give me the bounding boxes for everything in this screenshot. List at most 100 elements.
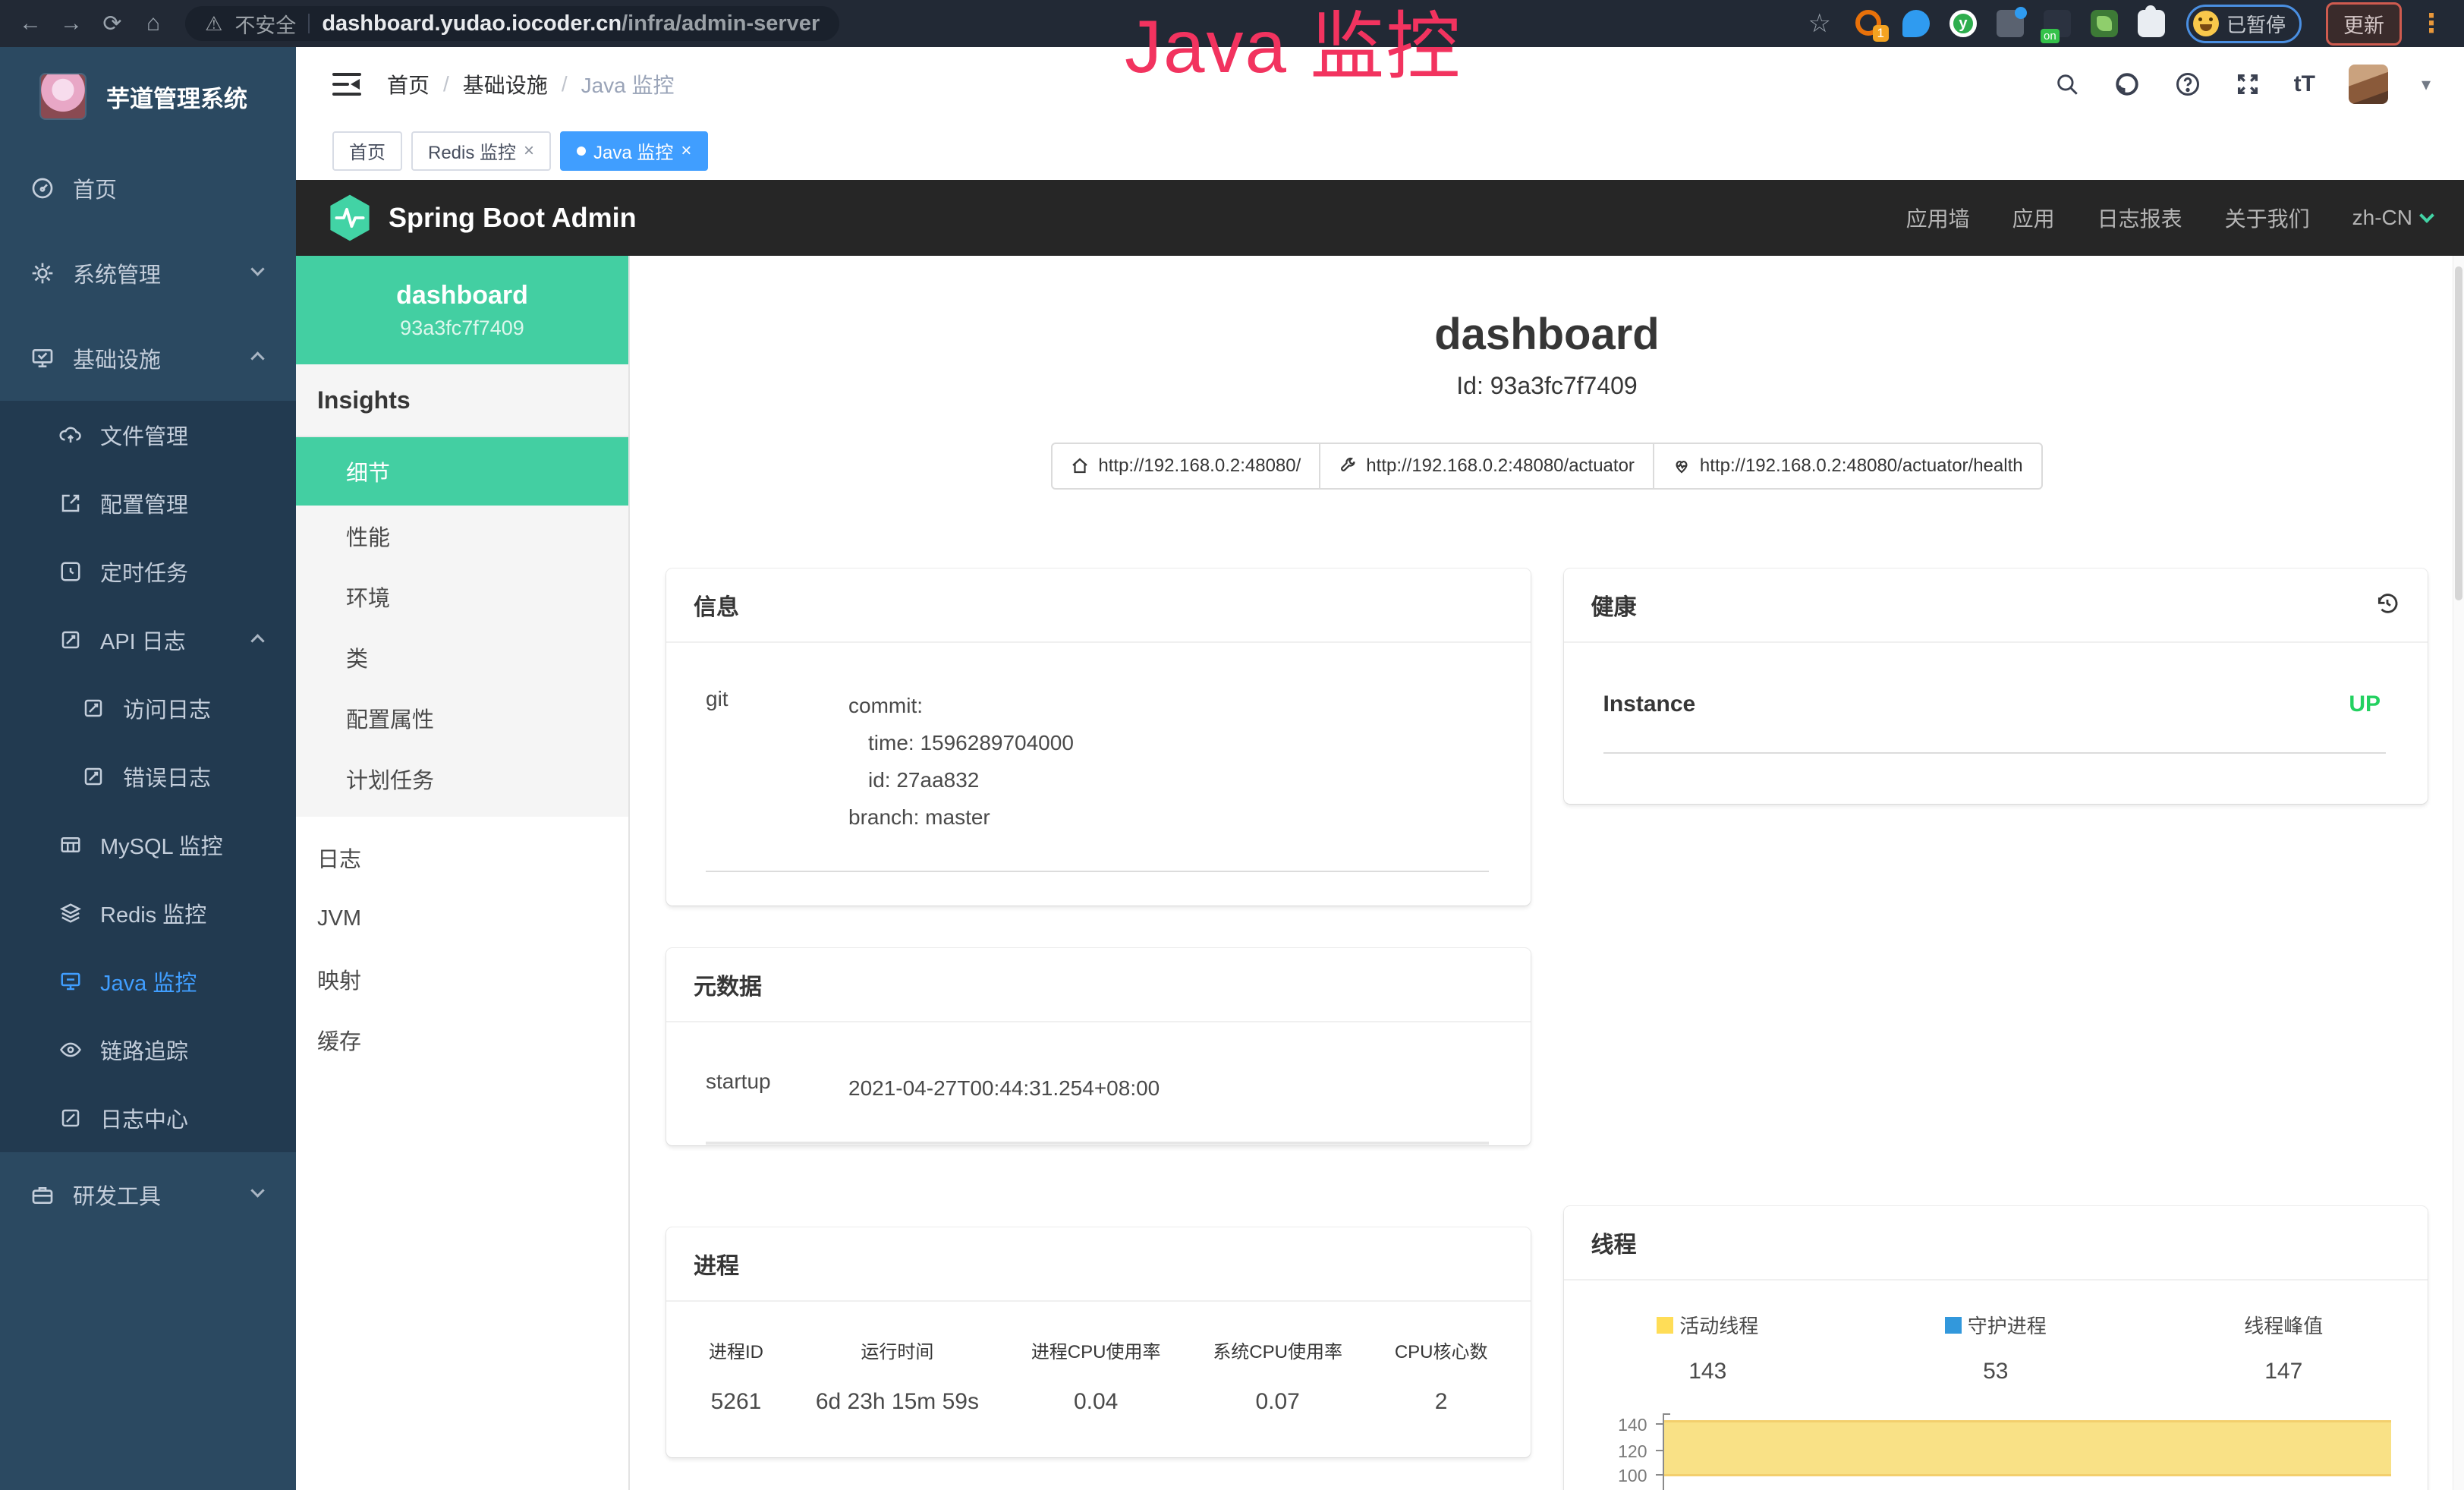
sidebar-item-scheduled-jobs[interactable]: 定时任务 bbox=[0, 537, 296, 606]
url-separator bbox=[308, 14, 310, 33]
app-logo-row[interactable]: 芋道管理系统 bbox=[0, 47, 296, 146]
history-icon[interactable] bbox=[2374, 591, 2400, 620]
divider bbox=[706, 1142, 1489, 1145]
sidebar-item-mysql-monitor[interactable]: MySQL 监控 bbox=[0, 811, 296, 879]
github-icon[interactable] bbox=[2113, 71, 2141, 98]
sba-menu-jvm[interactable]: JVM bbox=[296, 888, 628, 949]
sidebar-item-error-log[interactable]: 错误日志 bbox=[0, 742, 296, 811]
extension-leaf-icon[interactable] bbox=[2091, 10, 2118, 37]
paused-label: 已暂停 bbox=[2226, 10, 2286, 38]
sba-nav-applications[interactable]: 应用 bbox=[2012, 203, 2055, 233]
layers-icon bbox=[59, 902, 82, 925]
sba-brand[interactable]: Spring Boot Admin bbox=[328, 194, 637, 242]
dashboard-icon bbox=[30, 176, 55, 200]
sba-menu-details[interactable]: 细节 bbox=[296, 437, 628, 506]
process-col-uptime: 运行时间 6d 23h 15m 59s bbox=[816, 1337, 979, 1415]
tab-close-icon[interactable]: × bbox=[524, 140, 534, 162]
briefcase-icon bbox=[30, 1183, 55, 1207]
sba-language-select[interactable]: zh-CN bbox=[2352, 206, 2432, 230]
sba-sidebar: dashboard 93a3fc7f7409 Insights 细节 性能 环境… bbox=[296, 256, 630, 1490]
sidebar-item-redis-monitor[interactable]: Redis 监控 bbox=[0, 879, 296, 947]
live-threads-area-series bbox=[1664, 1420, 2392, 1476]
column-header: 系统CPU使用率 bbox=[1213, 1337, 1342, 1363]
app-title: 芋道管理系统 bbox=[106, 80, 247, 114]
sidebar-collapse-icon[interactable] bbox=[332, 73, 361, 96]
tab-close-icon[interactable]: × bbox=[681, 140, 691, 162]
breadcrumb-infrastructure[interactable]: 基础设施 bbox=[463, 69, 548, 99]
metadata-card: 元数据 startup 2021-04-27T00:44:31.254+08:0… bbox=[666, 948, 1531, 1145]
health-card: 健康 Instance UP bbox=[1564, 569, 2428, 804]
tab-home[interactable]: 首页 bbox=[332, 131, 402, 171]
extension-y-icon[interactable]: y bbox=[1949, 10, 1977, 37]
sba-app-name: dashboard bbox=[396, 281, 528, 310]
browser-menu-icon[interactable]: ⋮ bbox=[2418, 8, 2446, 39]
back-icon[interactable]: ← bbox=[14, 11, 47, 36]
sidebar-item-label: 日志中心 bbox=[100, 1102, 188, 1134]
process-card: 进程 进程ID 5261 运行时间 6d 23h 15m 59 bbox=[666, 1227, 1531, 1457]
tick-mark bbox=[1656, 1450, 1663, 1451]
sidebar-item-log-center[interactable]: 日志中心 bbox=[0, 1084, 296, 1152]
sba-menu-config-props[interactable]: 配置属性 bbox=[296, 688, 628, 748]
health-url-button[interactable]: http://192.168.0.2:48080/actuator/health bbox=[1653, 443, 2043, 490]
extension-grid-icon[interactable] bbox=[1997, 10, 2024, 37]
sba-menu-environment[interactable]: 环境 bbox=[296, 566, 628, 627]
gear-icon bbox=[30, 261, 55, 285]
tab-java-monitor[interactable]: Java 监控 × bbox=[560, 131, 708, 171]
reload-icon[interactable]: ⟳ bbox=[96, 11, 129, 37]
chrome-update-button[interactable]: 更新 bbox=[2326, 2, 2402, 46]
sba-menu-metrics[interactable]: 性能 bbox=[296, 506, 628, 566]
sba-menu-classes[interactable]: 类 bbox=[296, 627, 628, 688]
actuator-url-button[interactable]: http://192.168.0.2:48080/actuator bbox=[1319, 443, 1654, 490]
chevron-down-icon bbox=[2419, 208, 2434, 223]
fullscreen-icon[interactable] bbox=[2235, 71, 2261, 97]
sba-menu-scheduled-tasks[interactable]: 计划任务 bbox=[296, 748, 628, 809]
search-icon[interactable] bbox=[2054, 71, 2080, 97]
profile-paused-chip[interactable]: 已暂停 bbox=[2186, 5, 2302, 43]
heartbeat-icon bbox=[1673, 457, 1691, 475]
sba-menu-logging[interactable]: 日志 bbox=[296, 827, 628, 888]
extension-colorpicker-icon[interactable]: 1 bbox=[1855, 10, 1883, 37]
sba-menu-mappings[interactable]: 映射 bbox=[296, 949, 628, 1010]
sidebar-item-api-log[interactable]: API 日志 bbox=[0, 606, 296, 674]
scrollbar-thumb[interactable] bbox=[2455, 266, 2462, 600]
sba-nav-about[interactable]: 关于我们 bbox=[2225, 203, 2310, 233]
sba-nav-wallboard[interactable]: 应用墙 bbox=[1906, 203, 1970, 233]
sidebar-item-dev-tools[interactable]: 研发工具 bbox=[0, 1152, 296, 1237]
health-instance-label[interactable]: Instance bbox=[1603, 691, 1696, 717]
sidebar-item-config-mgmt[interactable]: 配置管理 bbox=[0, 469, 296, 537]
sidebar-item-infrastructure[interactable]: 基础设施 bbox=[0, 316, 296, 401]
tab-label: Redis 监控 bbox=[428, 137, 516, 164]
sba-nav-journal[interactable]: 日志报表 bbox=[2097, 203, 2182, 233]
chevron-up-icon bbox=[250, 351, 264, 365]
sidebar-item-access-log[interactable]: 访问日志 bbox=[0, 674, 296, 742]
extensions-puzzle-icon[interactable] bbox=[2138, 10, 2165, 37]
instance-title: dashboard bbox=[630, 309, 2464, 360]
user-menu-caret-icon[interactable]: ▾ bbox=[2422, 74, 2431, 96]
address-bar[interactable]: ⚠ 不安全 dashboard.yudao.iocoder.cn/infra/a… bbox=[185, 6, 839, 41]
bookmark-star-icon[interactable]: ☆ bbox=[1808, 8, 1831, 39]
sidebar-item-tracing[interactable]: 链路追踪 bbox=[0, 1016, 296, 1084]
user-avatar[interactable] bbox=[2349, 65, 2388, 104]
insecure-warning-icon[interactable]: ⚠ bbox=[205, 12, 222, 36]
home-icon[interactable]: ⌂ bbox=[137, 11, 170, 36]
service-url-button[interactable]: http://192.168.0.2:48080/ bbox=[1051, 443, 1320, 490]
card-title: 信息 bbox=[694, 588, 739, 622]
font-size-icon[interactable]: tT bbox=[2294, 71, 2315, 97]
card-title: 进程 bbox=[694, 1247, 739, 1281]
sidebar-item-system-mgmt[interactable]: 系统管理 bbox=[0, 231, 296, 316]
sidebar-item-file-mgmt[interactable]: 文件管理 bbox=[0, 401, 296, 469]
cell-value: 0.07 bbox=[1213, 1389, 1342, 1415]
sba-instance-block[interactable]: dashboard 93a3fc7f7409 bbox=[296, 256, 628, 364]
content-scrollbar[interactable] bbox=[2453, 256, 2464, 1490]
help-icon[interactable] bbox=[2174, 71, 2201, 98]
threads-area-chart: 140 120 100 bbox=[1564, 1412, 2428, 1490]
tab-redis-monitor[interactable]: Redis 监控 × bbox=[411, 131, 551, 171]
breadcrumb-home[interactable]: 首页 bbox=[387, 69, 430, 99]
on-badge: on bbox=[2041, 29, 2060, 43]
extension-switch-icon[interactable]: on bbox=[2044, 10, 2071, 37]
extension-pin-icon[interactable] bbox=[1902, 10, 1930, 37]
sidebar-item-home[interactable]: 首页 bbox=[0, 146, 296, 231]
sidebar-item-java-monitor[interactable]: Java 监控 bbox=[0, 947, 296, 1016]
sba-menu-caches[interactable]: 缓存 bbox=[296, 1010, 628, 1070]
forward-icon[interactable]: → bbox=[55, 11, 88, 36]
